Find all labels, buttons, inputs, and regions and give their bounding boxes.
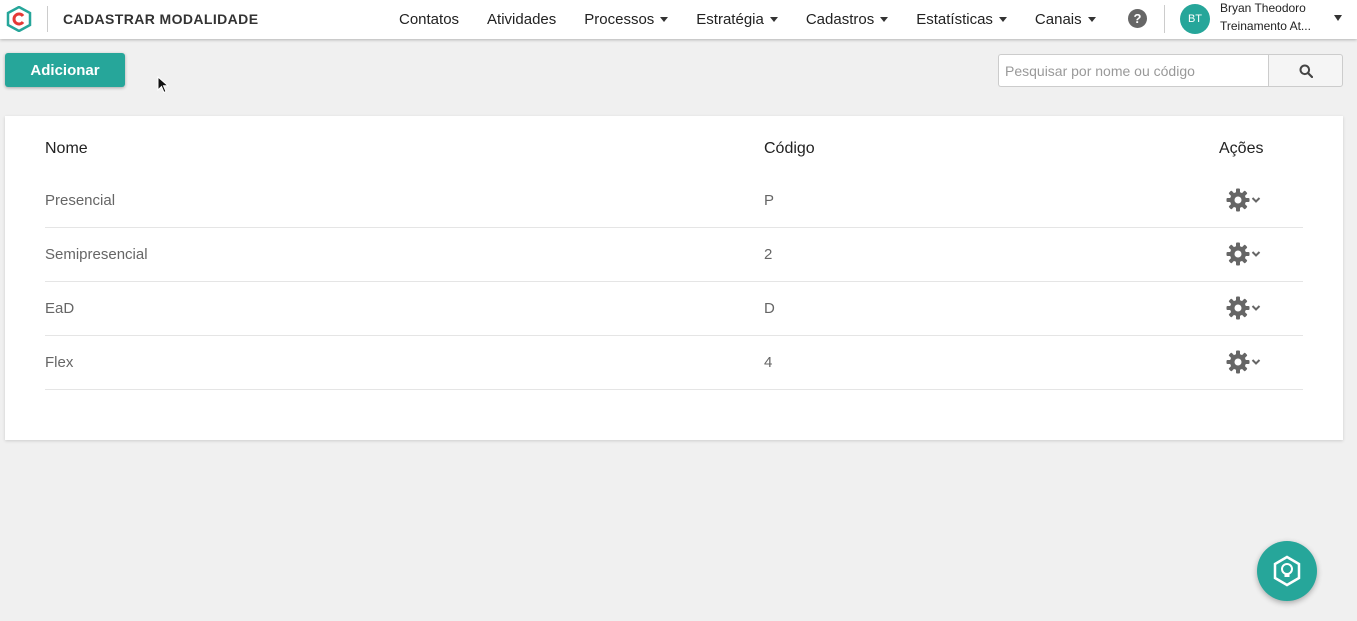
main-nav: Contatos Atividades Processos Estratégia… [385, 0, 1110, 39]
caret-down-icon [769, 17, 778, 22]
nav-processos[interactable]: Processos [584, 11, 669, 28]
chevron-down-icon [1251, 251, 1261, 257]
user-menu-caret-icon[interactable] [1334, 15, 1342, 21]
gear-icon [1226, 242, 1250, 266]
user-name[interactable]: Bryan Theodoro [1220, 1, 1306, 15]
row-actions-button[interactable] [1225, 349, 1261, 375]
column-header-codigo[interactable]: Código [764, 140, 815, 158]
row-name: Semipresencial [45, 246, 148, 263]
lightbulb-hexagon-icon [1273, 555, 1301, 587]
assistant-fab-button[interactable] [1257, 541, 1317, 601]
gear-icon [1226, 296, 1250, 320]
question-circle-icon[interactable]: ? [1128, 9, 1147, 28]
row-code: 4 [764, 354, 773, 371]
hexagon-logo-icon[interactable] [6, 6, 32, 32]
gear-icon [1226, 350, 1250, 374]
nav-contatos[interactable]: Contatos [399, 11, 459, 28]
caret-down-icon [660, 17, 669, 22]
caret-down-icon [880, 17, 889, 22]
chevron-down-icon [1251, 359, 1261, 365]
chevron-down-icon [1251, 305, 1261, 311]
row-code: D [764, 300, 775, 317]
row-actions-button[interactable] [1225, 295, 1261, 321]
nav-cadastros[interactable]: Cadastros [806, 11, 889, 28]
row-name: Presencial [45, 192, 116, 209]
table-row: EaD D [45, 282, 1303, 336]
logo-divider [47, 6, 48, 32]
row-name: EaD [45, 300, 75, 317]
row-actions-button[interactable] [1225, 187, 1261, 213]
search-input[interactable] [998, 54, 1269, 87]
modalidade-table-card: Nome Código Ações Presencial P Semiprese… [5, 116, 1343, 440]
table-row: Semipresencial 2 [45, 228, 1303, 282]
row-code: P [764, 192, 775, 209]
caret-down-icon [1087, 17, 1096, 22]
nav-estatisticas[interactable]: Estatísticas [916, 11, 1007, 28]
table-row: Presencial P [45, 174, 1303, 228]
column-header-nome[interactable]: Nome [45, 140, 88, 158]
row-actions-button[interactable] [1225, 241, 1261, 267]
mouse-cursor-icon [157, 76, 169, 94]
page-title: CADASTRAR MODALIDADE [63, 11, 259, 27]
chevron-down-icon [1251, 197, 1261, 203]
row-name: Flex [45, 354, 74, 371]
gear-icon [1226, 188, 1250, 212]
nav-atividades[interactable]: Atividades [487, 11, 556, 28]
nav-estrategia[interactable]: Estratégia [696, 11, 778, 28]
user-org[interactable]: Treinamento At... [1220, 19, 1311, 33]
table-row: Flex 4 [45, 336, 1303, 390]
column-header-acoes: Ações [1219, 140, 1264, 157]
search-icon [1299, 64, 1313, 78]
search-button[interactable] [1268, 54, 1343, 87]
row-code: 2 [764, 246, 773, 263]
caret-down-icon [998, 17, 1007, 22]
nav-canais[interactable]: Canais [1035, 11, 1096, 28]
user-divider [1164, 5, 1165, 33]
avatar[interactable]: BT [1180, 4, 1210, 34]
top-navbar: CADASTRAR MODALIDADE Contatos Atividades… [0, 0, 1357, 39]
add-button[interactable]: Adicionar [5, 53, 125, 87]
